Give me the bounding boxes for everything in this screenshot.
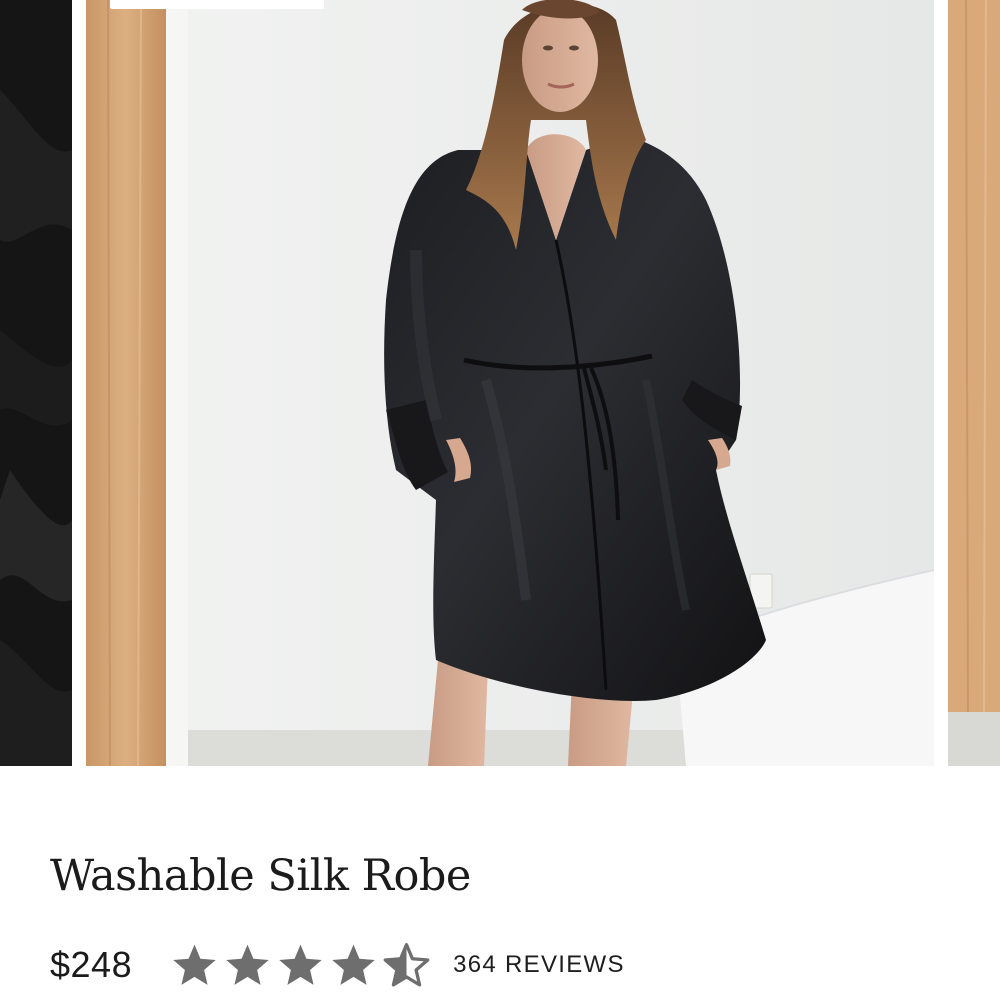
product-image-carousel[interactable] <box>0 0 1000 766</box>
carousel-slide-current[interactable] <box>86 0 934 766</box>
star-rating <box>170 941 431 990</box>
star-half-icon <box>383 942 430 987</box>
star-filled-icon <box>332 944 375 985</box>
star-filled-icon <box>173 944 216 985</box>
carousel-slide-next[interactable] <box>948 0 1000 766</box>
carousel-slide-previous[interactable] <box>0 0 72 766</box>
product-price: $248 <box>50 944 133 985</box>
star-filled-icon <box>226 944 269 985</box>
product-title: Washable Silk Robe <box>50 851 471 901</box>
product-image <box>86 0 934 766</box>
previous-product-image <box>0 0 72 766</box>
price-rating-row: $248 364 REVIEWS <box>50 937 625 993</box>
next-product-image <box>948 0 1000 766</box>
image-badge <box>110 0 324 9</box>
star-filled-icon <box>279 944 322 985</box>
reviews-count-link[interactable]: 364 REVIEWS <box>453 951 625 979</box>
rating-summary[interactable]: 364 REVIEWS <box>170 941 625 990</box>
product-page: Washable Silk Robe $248 364 REVIEWS <box>0 0 1000 1000</box>
